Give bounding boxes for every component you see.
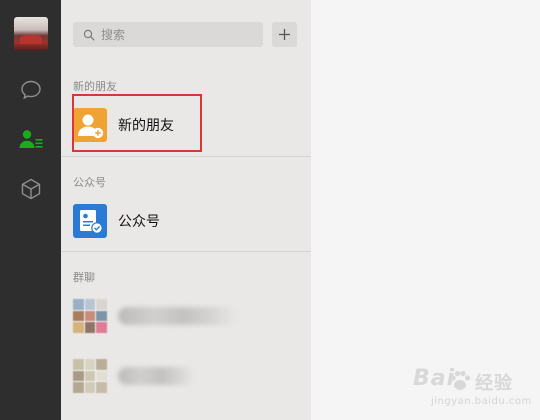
chat-icon [21,80,41,100]
chat-nav-button[interactable] [17,76,45,104]
start-group-chat-button[interactable] [272,22,297,47]
side-navigation-rail [0,0,61,420]
group-name-blurred [118,307,238,325]
contacts-panel: 新的朋友 新的朋友 公众号 [61,0,311,420]
section-header-official-accounts: 公众号 [73,176,106,189]
new-friends-item[interactable]: 新的朋友 [61,97,311,153]
group-chat-item[interactable] [61,348,311,404]
section-header-new-friends: 新的朋友 [73,80,117,93]
divider [61,156,311,157]
contacts-icon [19,130,43,148]
wechat-window: 新的朋友 新的朋友 公众号 [0,0,540,420]
contacts-nav-button[interactable] [17,125,45,153]
account-card-icon [80,210,103,234]
group-name-blurred [118,367,196,385]
plus-icon [279,29,290,40]
user-avatar[interactable] [14,17,48,51]
new-friend-icon [73,108,107,142]
search-bar[interactable] [73,22,263,47]
official-accounts-item[interactable]: 公众号 [61,193,311,249]
divider [61,251,311,252]
favorites-nav-button[interactable] [17,175,45,203]
add-friend-icon [78,114,104,139]
search-icon [83,29,95,40]
search-input[interactable] [101,24,251,45]
watermark-suffix: 经验 [475,373,513,394]
watermark-url: jingyan.baidu.com [431,396,532,407]
official-account-icon [73,204,107,238]
group-avatar [73,299,107,333]
official-accounts-label: 公众号 [118,214,160,230]
section-header-group-chats: 群聊 [73,271,95,284]
watermark: Bai 经验 jingyan.baidu.com [413,366,533,416]
paw-icon [450,370,471,390]
group-chat-item[interactable] [61,288,311,344]
chat-content-area [311,0,540,420]
new-friends-label: 新的朋友 [118,118,174,134]
group-avatar [73,359,107,393]
cube-icon [21,178,41,200]
